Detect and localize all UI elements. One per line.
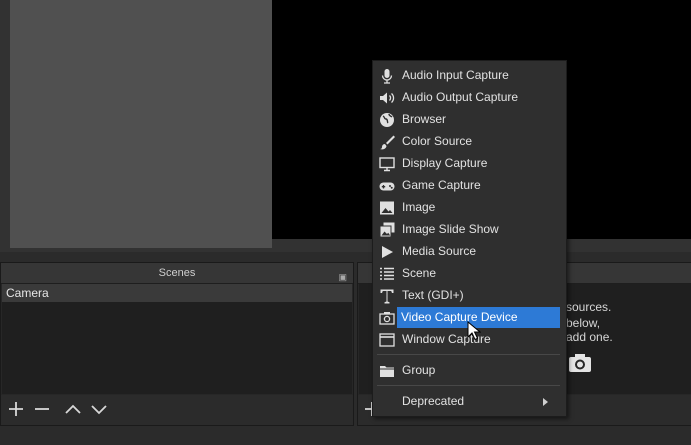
scenes-toolbar bbox=[1, 395, 353, 425]
menu-item-label: Deprecated bbox=[402, 394, 465, 408]
menu-item-image-slide-show[interactable]: Image Slide Show bbox=[375, 219, 562, 240]
menu-item-color-source[interactable]: Color Source bbox=[375, 131, 562, 152]
menu-item-label: Game Capture bbox=[402, 178, 481, 192]
move-up-icon[interactable] bbox=[63, 399, 83, 419]
menu-item-label: Color Source bbox=[402, 134, 473, 148]
menu-item-label: Image Slide Show bbox=[402, 222, 499, 236]
menu-item-label: Scene bbox=[402, 266, 437, 280]
remove-scene-icon[interactable] bbox=[32, 399, 52, 419]
scenes-list[interactable]: Camera bbox=[2, 284, 352, 394]
menu-item-media-source[interactable]: Media Source bbox=[375, 241, 562, 262]
play-icon bbox=[379, 244, 395, 260]
menu-item-scene[interactable]: Scene bbox=[375, 263, 562, 284]
window-icon bbox=[379, 332, 395, 348]
bottom-bar bbox=[0, 428, 691, 445]
slideshow-icon bbox=[379, 222, 395, 238]
preview-surround bbox=[10, 0, 272, 248]
camera-icon bbox=[379, 310, 395, 326]
image-icon bbox=[379, 200, 395, 216]
monitor-icon bbox=[379, 156, 395, 172]
speaker-icon bbox=[379, 90, 395, 106]
scenes-dock: Scenes ▣ Camera bbox=[0, 262, 354, 426]
folder-icon bbox=[379, 363, 395, 379]
text-icon bbox=[379, 288, 395, 304]
sources-hint-line-1: sources. bbox=[566, 300, 612, 314]
globe-icon bbox=[379, 112, 395, 128]
sources-hint-line-3: add one. bbox=[566, 330, 613, 344]
menu-item-video-capture-icon-cell[interactable] bbox=[375, 307, 397, 328]
menu-item-deprecated[interactable]: Deprecated bbox=[375, 391, 562, 412]
scenes-dock-title: Scenes ▣ bbox=[1, 263, 353, 284]
scene-item-camera[interactable]: Camera bbox=[2, 284, 352, 302]
menu-item-display-capture[interactable]: Display Capture bbox=[375, 153, 562, 174]
gamepad-icon bbox=[379, 178, 395, 194]
add-scene-icon[interactable] bbox=[6, 399, 26, 419]
menu-separator bbox=[377, 385, 560, 386]
menu-item-group[interactable]: Group bbox=[375, 360, 562, 381]
scenes-title-label: Scenes bbox=[158, 267, 196, 279]
menu-item-label: Text (GDI+) bbox=[402, 288, 464, 302]
menu-item-image[interactable]: Image bbox=[375, 197, 562, 218]
menu-item-label: Group bbox=[402, 363, 436, 377]
submenu-arrow-icon bbox=[543, 398, 548, 406]
camera-icon bbox=[568, 352, 592, 374]
menu-item-label: Media Source bbox=[402, 244, 477, 258]
menu-item-audio-input-capture[interactable]: Audio Input Capture bbox=[375, 65, 562, 86]
move-down-icon[interactable] bbox=[89, 399, 109, 419]
menu-item-browser[interactable]: Browser bbox=[375, 109, 562, 130]
menu-item-label: Video Capture Device bbox=[401, 310, 518, 324]
mouse-cursor-icon bbox=[467, 320, 482, 341]
menu-item-game-capture[interactable]: Game Capture bbox=[375, 175, 562, 196]
list-icon bbox=[379, 266, 395, 282]
menu-item-label: Browser bbox=[402, 112, 447, 126]
menu-separator bbox=[377, 354, 560, 355]
sources-hint-line-2: below, bbox=[566, 316, 601, 330]
menu-item-text-gdi[interactable]: Text (GDI+) bbox=[375, 285, 562, 306]
menu-item-audio-output-capture[interactable]: Audio Output Capture bbox=[375, 87, 562, 108]
menu-item-label: Audio Output Capture bbox=[402, 90, 519, 104]
menu-item-label: Audio Input Capture bbox=[402, 68, 509, 82]
menu-item-label: Image bbox=[402, 200, 436, 214]
menu-item-label: Display Capture bbox=[402, 156, 488, 170]
add-source-menu: Audio Input Capture Audio Output Capture… bbox=[372, 60, 567, 417]
paintbrush-icon bbox=[379, 134, 395, 150]
microphone-icon bbox=[379, 68, 395, 84]
